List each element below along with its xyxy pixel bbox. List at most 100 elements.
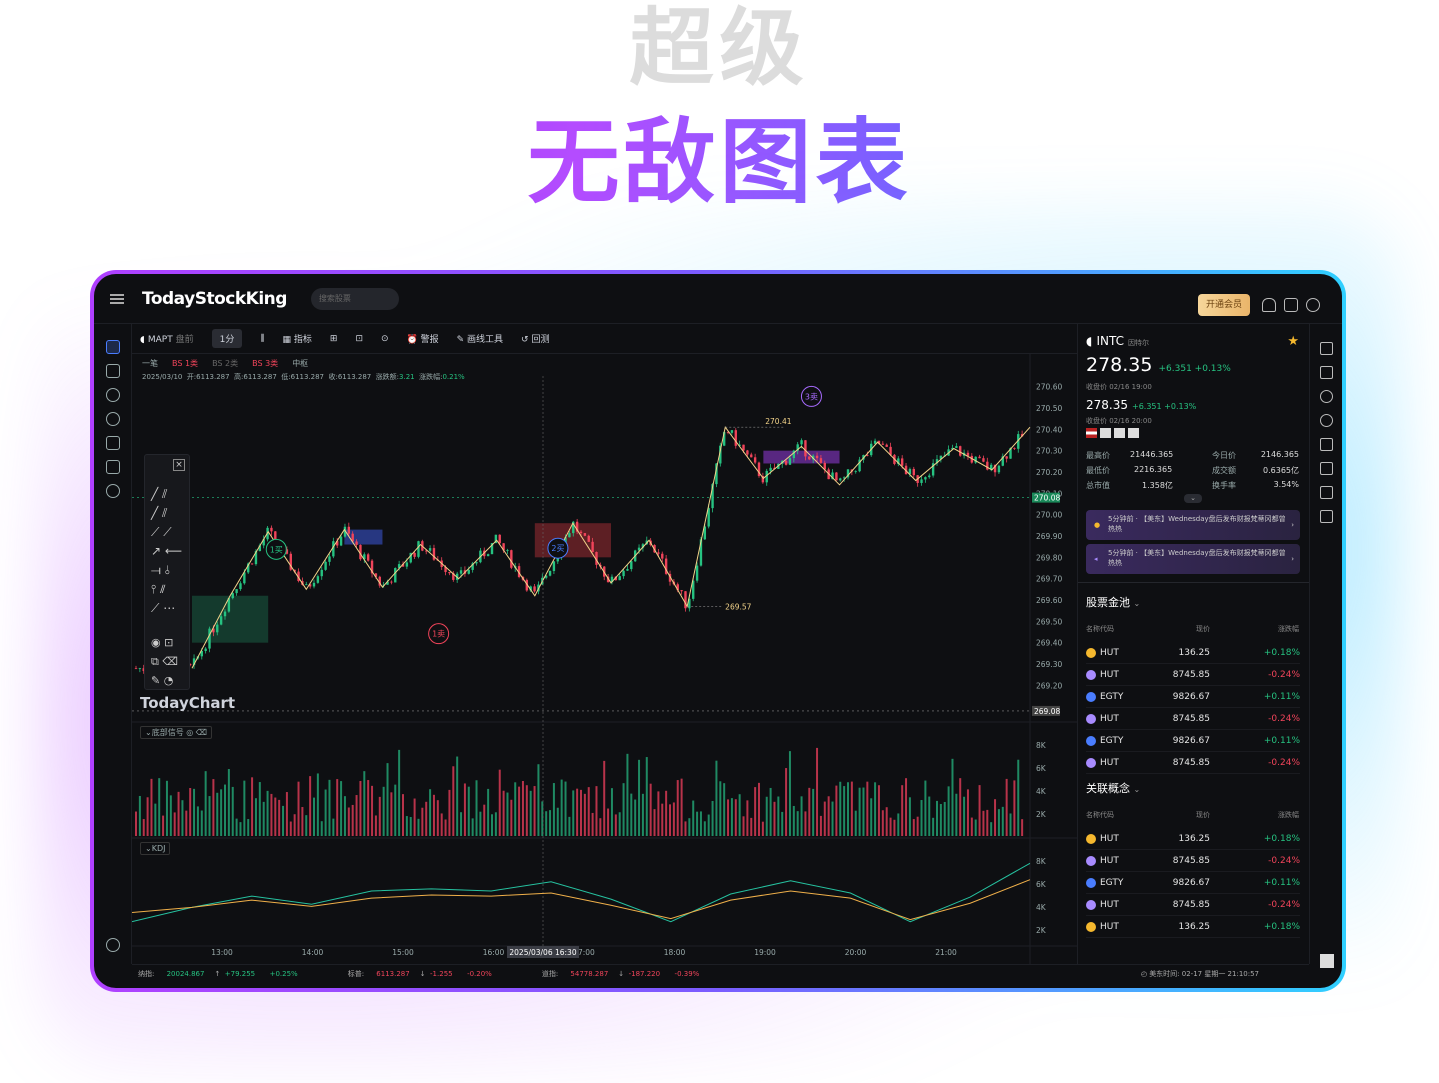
candle-body — [502, 543, 505, 551]
concept-header[interactable]: 现价 — [1196, 810, 1210, 820]
currency-icon[interactable] — [1320, 390, 1333, 403]
square-icon[interactable] — [1320, 954, 1334, 968]
subbar-item[interactable]: 中枢 — [292, 358, 308, 369]
snapshot-icon[interactable]: ⊙ — [381, 334, 389, 344]
layout-icon[interactable]: ⊞ — [330, 334, 338, 344]
draw-tools-button[interactable]: ✎ 画线工具 — [457, 332, 503, 345]
table-row[interactable]: HUT 8745.85 -0.24% — [1086, 752, 1300, 774]
subbar-item[interactable]: 一笔 — [142, 358, 158, 369]
volume-bar — [970, 817, 973, 836]
table-row[interactable]: HUT 8745.85 -0.24% — [1086, 664, 1300, 686]
post-change: +6.351 — [1132, 402, 1162, 411]
subbar-item[interactable]: BS 1类 — [172, 358, 198, 369]
clock-text: 美东时间: 02-17 星期一 21:10:57 — [1149, 969, 1259, 978]
menu-icon[interactable] — [110, 293, 124, 304]
pool-title[interactable]: 股票金池 ⌄ — [1086, 594, 1140, 610]
draw-actions[interactable]: ◉ ⊡ ⧉ ⌫ ✎ ◔ — [151, 633, 178, 690]
table-row[interactable]: EGTY 9826.67 +0.11% — [1086, 872, 1300, 894]
quote-symbol: INTC — [1096, 334, 1125, 348]
kdj-tick-label: 4K — [1036, 903, 1047, 912]
basket-icon[interactable] — [1320, 366, 1333, 379]
quote-name: 因特尔 — [1128, 339, 1150, 347]
signal-pane-label[interactable]: ⌄底部信号 ◎ ⌫ — [140, 726, 213, 739]
table-row[interactable]: HUT 136.25 +0.18% — [1086, 828, 1300, 850]
status-index[interactable]: 纳指: 20024.867 ↑ +79.255 +0.25% — [138, 969, 308, 979]
bar-chart-icon[interactable] — [106, 364, 120, 378]
status-index[interactable]: 标普: 6113.287 ↓ -1.255 -0.20% — [348, 969, 502, 979]
volume-bar — [920, 800, 923, 836]
vip-button[interactable]: 开通会员 — [1197, 294, 1250, 316]
alerts-button[interactable]: ⏰ 警报 — [407, 332, 439, 345]
kdj-pane-label[interactable]: ⌄KDJ — [140, 842, 171, 855]
candle-body — [138, 668, 142, 669]
message-icon[interactable] — [106, 460, 120, 474]
interval-button[interactable]: 1分 — [211, 329, 243, 348]
status-index[interactable]: 道指: 54778.287 ↓ -187.220 -0.39% — [542, 969, 709, 979]
clock-icon[interactable] — [1320, 414, 1333, 427]
table-row[interactable]: HUT 8745.85 -0.24% — [1086, 708, 1300, 730]
table-row[interactable]: HUT 8745.85 -0.24% — [1086, 894, 1300, 916]
calendar-icon[interactable] — [106, 436, 120, 450]
star-icon[interactable]: ★ — [1287, 334, 1299, 349]
table-row[interactable]: HUT 8745.85 -0.24% — [1086, 850, 1300, 872]
play-icon[interactable] — [1320, 462, 1333, 475]
ticker-name: HUT — [1100, 648, 1119, 658]
ticker-logo-icon — [1086, 856, 1096, 866]
fx-icon[interactable]: ⊡ — [355, 334, 363, 344]
price-chart[interactable]: 270.60270.50270.40270.30270.20270.10270.… — [132, 324, 1077, 964]
candle-type-icon[interactable]: ⫼ — [260, 334, 264, 344]
expand-chevron-icon[interactable]: ⌄ — [1184, 494, 1202, 503]
candle-body — [811, 455, 815, 460]
settings-icon[interactable] — [106, 938, 120, 952]
concept-header[interactable]: 名称代码 — [1086, 810, 1114, 820]
news-item[interactable]: ● 5分钟前 · 【美东】Wednesday盘后发布财报梵蒂冈都曾热热 › — [1086, 510, 1300, 540]
volume-bar — [158, 778, 161, 836]
pool-header[interactable]: 现价 — [1196, 624, 1210, 634]
globe-icon[interactable] — [1306, 298, 1320, 312]
pool-header[interactable]: 名称代码 — [1086, 624, 1114, 634]
news-item[interactable]: ◂ 5分钟前 · 【美东】Wednesday盘后发布财报梵蒂冈都曾热热 › — [1086, 544, 1300, 574]
subbar-item[interactable]: BS 2类 — [212, 358, 238, 369]
symbol-selector[interactable]: ◖ MAPT 盘前 — [140, 332, 194, 345]
indicators-button[interactable]: ▦ 指标 — [283, 332, 312, 345]
crosshair-time-label: 2025/03/06 16:30 — [509, 948, 576, 957]
volume-bar — [216, 792, 219, 836]
concept-header[interactable]: 涨跌幅 — [1278, 810, 1299, 820]
list-icon[interactable] — [1320, 342, 1333, 355]
volume-bar — [552, 783, 555, 836]
volume-bar — [254, 798, 257, 836]
target-icon[interactable] — [106, 388, 120, 402]
table-row[interactable]: EGTY 9826.67 +0.11% — [1086, 686, 1300, 708]
volume-bar — [614, 814, 617, 836]
trend-icon[interactable] — [106, 412, 120, 426]
line-chart-icon[interactable] — [1320, 486, 1333, 499]
candle-body — [409, 552, 412, 563]
volume-bar — [990, 822, 993, 836]
draw-tool-grid[interactable]: ╱ ⫽ ╱ ⫽ ⟋ ⟋ ↗ ⟵ ⟞ ⫰ ⫯ ⫽ ⟋ ⋯ — [151, 485, 187, 618]
table-row[interactable]: HUT 136.25 +0.18% — [1086, 916, 1300, 938]
index-chg: -1.255 — [430, 969, 453, 978]
close-icon[interactable]: × — [173, 459, 185, 471]
shirt-icon[interactable] — [1284, 298, 1298, 312]
candle-body — [808, 456, 811, 460]
k-icon[interactable] — [106, 484, 120, 498]
search-input[interactable]: 搜索股票 — [310, 287, 399, 310]
replay-button[interactable]: ↺ 回测 — [521, 332, 549, 345]
volume-bar — [359, 780, 362, 836]
video-icon[interactable] — [1320, 438, 1333, 451]
volume-bar — [889, 817, 892, 836]
candle-body — [308, 584, 312, 587]
app-logo[interactable]: TodayStockKing — [142, 289, 287, 309]
home-icon[interactable] — [106, 340, 120, 354]
subbar-item[interactable]: BS 3类 — [252, 358, 278, 369]
table-row[interactable]: HUT 136.25 +0.18% — [1086, 642, 1300, 664]
price-tag-label: 269.08 — [1034, 707, 1060, 716]
concept-title[interactable]: 关联概念 ⌄ — [1086, 780, 1140, 796]
table-row[interactable]: EGTY 9826.67 +0.11% — [1086, 730, 1300, 752]
chat-icon[interactable] — [1320, 510, 1333, 523]
headset-icon[interactable] — [1262, 298, 1276, 312]
candle-body — [370, 560, 374, 574]
pool-header[interactable]: 涨跌幅 — [1278, 624, 1299, 634]
volume-bar — [669, 804, 671, 836]
candle-body — [510, 550, 513, 568]
